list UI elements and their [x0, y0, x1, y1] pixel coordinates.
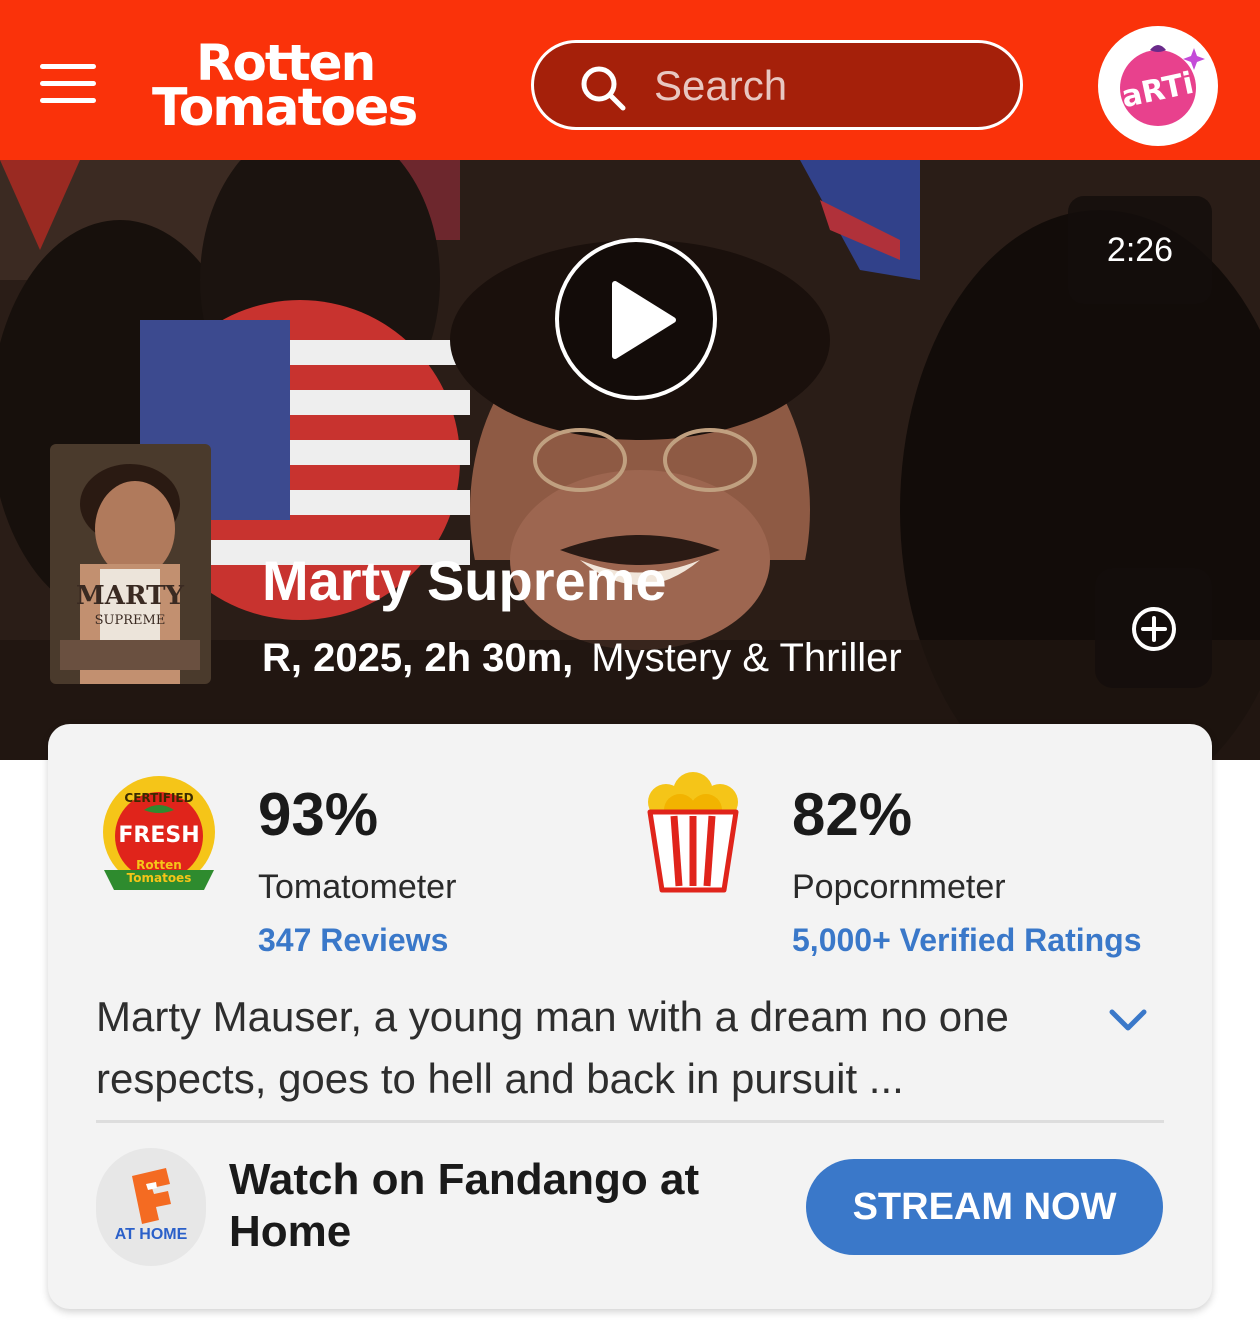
play-button[interactable]: [555, 238, 717, 400]
menu-icon[interactable]: [40, 60, 96, 108]
tomatometer-label: Tomatometer: [258, 868, 457, 906]
fandango-icon: [132, 1168, 171, 1224]
popcornmeter-ratings-link[interactable]: 5,000+ Verified Ratings: [792, 922, 1142, 959]
add-to-watchlist-button[interactable]: [1095, 568, 1212, 688]
top-nav-bar: Rotten Tomatoes aRTi: [0, 0, 1260, 160]
genre: Mystery & Thriller: [591, 636, 902, 680]
arti-assistant-button[interactable]: aRTi: [1098, 26, 1218, 146]
stream-now-button[interactable]: STREAM NOW: [806, 1159, 1163, 1255]
poster-image: MARTY SUPREME: [50, 444, 211, 684]
badge-rotten-text: Rotten: [136, 858, 182, 872]
search-input[interactable]: [654, 61, 994, 111]
popcornmeter-score: 82%: [792, 781, 913, 848]
badge-certified-text: CERTIFIED: [124, 791, 193, 805]
popcornmeter-label: Popcornmeter: [792, 868, 1006, 906]
poster-subtitle: SUPREME: [95, 613, 166, 628]
tomatometer-reviews-link[interactable]: 347 Reviews: [258, 922, 448, 959]
popcorn-icon: [647, 772, 739, 893]
hero-video-section[interactable]: 2:26 MARTY SUPREME Marty Supreme R, 2025…: [0, 160, 1260, 760]
rating-year-runtime: R, 2025, 2h 30m,: [262, 636, 574, 680]
score-card: CERTIFIED FRESH Rotten Tomatoes 93% Toma…: [48, 724, 1212, 1309]
video-duration: 2:26: [1068, 196, 1212, 304]
tomatometer-score: 93%: [258, 781, 379, 848]
rotten-tomatoes-logo[interactable]: Rotten Tomatoes: [148, 34, 478, 134]
movie-meta: R, 2025, 2h 30m, Mystery & Thriller: [262, 636, 902, 681]
chevron-down-icon[interactable]: [1106, 1002, 1150, 1038]
badge-tomatoes-text: Tomatoes: [127, 871, 192, 885]
synopsis-text: Marty Mauser, a young man with a dream n…: [96, 993, 1009, 1102]
certified-fresh-icon: CERTIFIED FRESH Rotten Tomatoes: [103, 776, 215, 890]
badge-fresh-text: FRESH: [118, 823, 199, 848]
add-circle-icon: [1132, 607, 1176, 651]
watch-on-fandango-text: Watch on Fandango at Home: [229, 1155, 700, 1256]
poster-title: MARTY: [76, 581, 184, 611]
movie-poster[interactable]: MARTY SUPREME: [50, 444, 211, 684]
search-icon: [581, 66, 626, 111]
fandango-logo-text: AT HOME: [114, 1226, 188, 1243]
arti-icon: aRTi: [1118, 45, 1205, 126]
fandango-at-home-logo: AT HOME: [96, 1148, 206, 1266]
search-bar[interactable]: [531, 40, 1023, 130]
play-icon: [612, 281, 676, 359]
divider: [96, 1120, 1164, 1123]
logo-line-2: Tomatoes: [152, 78, 418, 138]
movie-title: Marty Supreme: [262, 549, 667, 612]
